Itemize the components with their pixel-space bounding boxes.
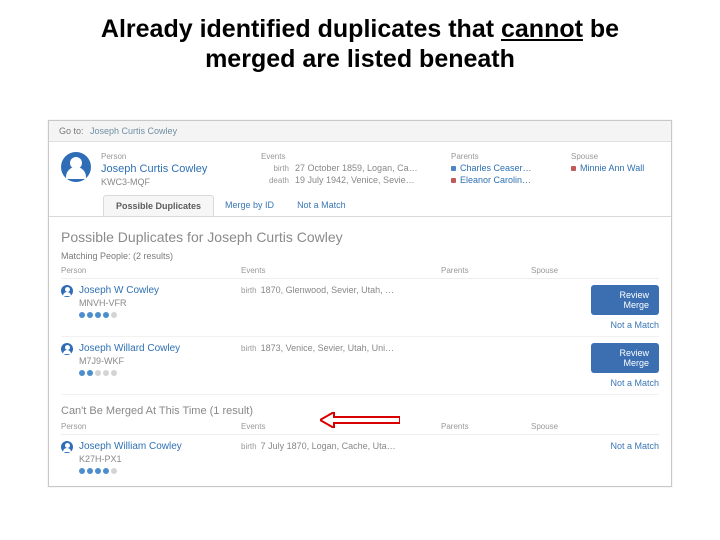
match-score-icon bbox=[79, 370, 180, 376]
not-a-match-link[interactable]: Not a Match bbox=[610, 378, 659, 388]
avatar-icon bbox=[61, 152, 91, 182]
tab-bar: Possible Duplicates Merge by ID Not a Ma… bbox=[103, 195, 671, 216]
male-indicator-icon bbox=[451, 166, 456, 171]
header-birth-value: 27 October 1859, Logan, Ca… bbox=[295, 163, 418, 173]
match-column-headers: Person Events Parents Spouse bbox=[61, 263, 659, 279]
header-death-value: 19 July 1942, Venice, Sevie… bbox=[295, 175, 415, 185]
cant-birth-value: 7 July 1870, Logan, Cache, Uta… bbox=[261, 441, 396, 451]
col-spouse: Spouse bbox=[531, 266, 591, 275]
col-parents: Parents bbox=[441, 422, 531, 431]
header-events-label: Events bbox=[261, 152, 441, 161]
goto-bar: Go to: Joseph Curtis Cowley bbox=[49, 121, 671, 142]
header-person-label: Person bbox=[101, 152, 251, 161]
avatar-icon bbox=[61, 285, 73, 297]
col-person: Person bbox=[61, 422, 241, 431]
review-merge-button[interactable]: Review Merge bbox=[591, 285, 659, 315]
goto-label: Go to: bbox=[59, 126, 84, 136]
tab-not-a-match[interactable]: Not a Match bbox=[285, 195, 358, 216]
goto-name[interactable]: Joseph Curtis Cowley bbox=[90, 126, 177, 136]
cant-name[interactable]: Joseph William Cowley bbox=[79, 441, 182, 452]
match-birth-label: birth bbox=[241, 344, 257, 353]
avatar-icon bbox=[61, 441, 73, 453]
cant-id: K27H-PX1 bbox=[79, 454, 182, 464]
match-id: MNVH-VFR bbox=[79, 298, 159, 308]
tab-merge-by-id[interactable]: Merge by ID bbox=[213, 195, 286, 216]
header-person-name[interactable]: Joseph Curtis Cowley bbox=[101, 163, 251, 175]
avatar-icon bbox=[61, 343, 73, 355]
match-birth-value: 1873, Venice, Sevier, Utah, Uni… bbox=[261, 343, 395, 353]
match-row: Joseph W Cowley MNVH-VFR birth 1870, Gle… bbox=[61, 279, 659, 337]
match-id: M7J9-WKF bbox=[79, 356, 180, 366]
slide-title: Already identified duplicates that canno… bbox=[0, 14, 720, 74]
female-indicator-icon bbox=[451, 178, 456, 183]
review-merge-button[interactable]: Review Merge bbox=[591, 343, 659, 373]
header-spouse1[interactable]: Minnie Ann Wall bbox=[580, 163, 644, 173]
cant-column-headers: Person Events Parents Spouse bbox=[61, 419, 659, 435]
app-panel: Go to: Joseph Curtis Cowley Person Josep… bbox=[48, 120, 672, 487]
header-parent2[interactable]: Eleanor Carolin… bbox=[460, 175, 531, 185]
header-person-id: KWC3-MQF bbox=[101, 177, 251, 187]
header-death-label: death bbox=[261, 176, 289, 185]
match-row: Joseph Willard Cowley M7J9-WKF birth 187… bbox=[61, 337, 659, 395]
match-score-icon bbox=[79, 312, 159, 318]
tab-possible-duplicates[interactable]: Possible Duplicates bbox=[103, 195, 214, 216]
slide-title-underline: cannot bbox=[501, 15, 583, 43]
header-parents-label: Parents bbox=[451, 152, 561, 161]
match-birth-value: 1870, Glenwood, Sevier, Utah, … bbox=[261, 285, 395, 295]
match-name[interactable]: Joseph W Cowley bbox=[79, 285, 159, 296]
col-spouse: Spouse bbox=[531, 422, 591, 431]
female-indicator-icon bbox=[571, 166, 576, 171]
match-birth-label: birth bbox=[241, 286, 257, 295]
header-birth-label: birth bbox=[261, 164, 289, 173]
col-person: Person bbox=[61, 266, 241, 275]
header-spouse-label: Spouse bbox=[571, 152, 661, 161]
section-title: Possible Duplicates for Joseph Curtis Co… bbox=[61, 229, 659, 245]
header-parent1[interactable]: Charles Ceaser… bbox=[460, 163, 532, 173]
col-parents: Parents bbox=[441, 266, 531, 275]
not-a-match-link[interactable]: Not a Match bbox=[610, 441, 659, 451]
slide-title-pre: Already identified duplicates that bbox=[101, 15, 501, 43]
matching-people-label: Matching People: (2 results) bbox=[61, 251, 659, 261]
cant-birth-label: birth bbox=[241, 442, 257, 451]
cant-merge-title: Can't Be Merged At This Time (1 result) bbox=[61, 405, 659, 417]
match-score-icon bbox=[79, 468, 182, 474]
col-events: Events bbox=[241, 422, 441, 431]
person-header: Person Joseph Curtis Cowley KWC3-MQF Eve… bbox=[49, 142, 671, 187]
match-name[interactable]: Joseph Willard Cowley bbox=[79, 343, 180, 354]
not-a-match-link[interactable]: Not a Match bbox=[610, 320, 659, 330]
cant-merge-row: Joseph William Cowley K27H-PX1 birth 7 J… bbox=[61, 435, 659, 480]
panel-body: Possible Duplicates for Joseph Curtis Co… bbox=[49, 216, 671, 486]
col-events: Events bbox=[241, 266, 441, 275]
